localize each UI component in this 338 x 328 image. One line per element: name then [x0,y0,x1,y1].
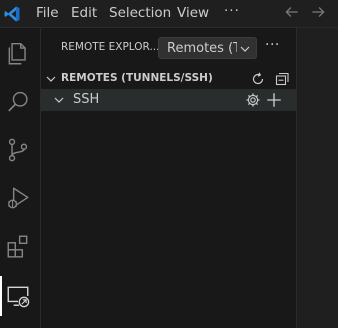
activity-run-debug[interactable] [0,178,40,218]
remote-explorer-icon [7,286,30,308]
menu-view[interactable]: View [177,5,209,21]
dropdown-value: Remotes (Tu [167,41,237,56]
tree-item-label: SSH [73,92,100,107]
source-control-icon [8,138,28,162]
gear-icon[interactable] [245,92,261,108]
chevron-down-icon [54,97,64,103]
activity-search[interactable] [0,82,40,122]
forward-arrow-icon[interactable] [309,3,327,21]
explorer-icon [8,43,26,65]
remote-explorer-sidebar: REMOTE EXPLOR... Remotes (Tu ··· REMOTES… [41,28,297,328]
menu-selection[interactable]: Selection [109,5,171,21]
activity-explorer[interactable] [0,34,40,74]
sidebar-more-button[interactable]: ··· [265,37,283,55]
section-header-remotes[interactable]: REMOTES (TUNNELS/SSH) [41,68,296,90]
run-debug-icon [8,187,29,209]
refresh-icon[interactable] [250,71,266,87]
back-arrow-icon[interactable] [283,3,301,21]
chevron-down-icon [240,46,250,52]
extensions-icon [7,235,28,258]
section-label: REMOTES (TUNNELS/SSH) [61,72,213,84]
editor-area [297,28,338,328]
remotes-dropdown[interactable]: Remotes (Tu [158,37,257,59]
sidebar-title: REMOTE EXPLOR... [61,41,160,53]
menu-file[interactable]: File [36,5,59,21]
activity-source-control[interactable] [0,130,40,170]
activity-extensions[interactable] [0,226,40,266]
chevron-down-icon [46,76,56,82]
active-indicator [0,276,2,316]
title-bar: File Edit Selection View ··· [0,0,338,28]
vscode-logo-icon [4,6,20,22]
menu-edit[interactable]: Edit [71,5,97,21]
add-icon[interactable] [265,91,283,109]
activity-bar [0,28,41,328]
menu-more-button[interactable]: ··· [224,3,240,19]
collapse-all-icon[interactable] [274,71,290,87]
activity-remote-explorer[interactable] [0,276,40,316]
tree-item-ssh[interactable]: SSH [41,89,296,111]
search-icon [8,91,28,112]
